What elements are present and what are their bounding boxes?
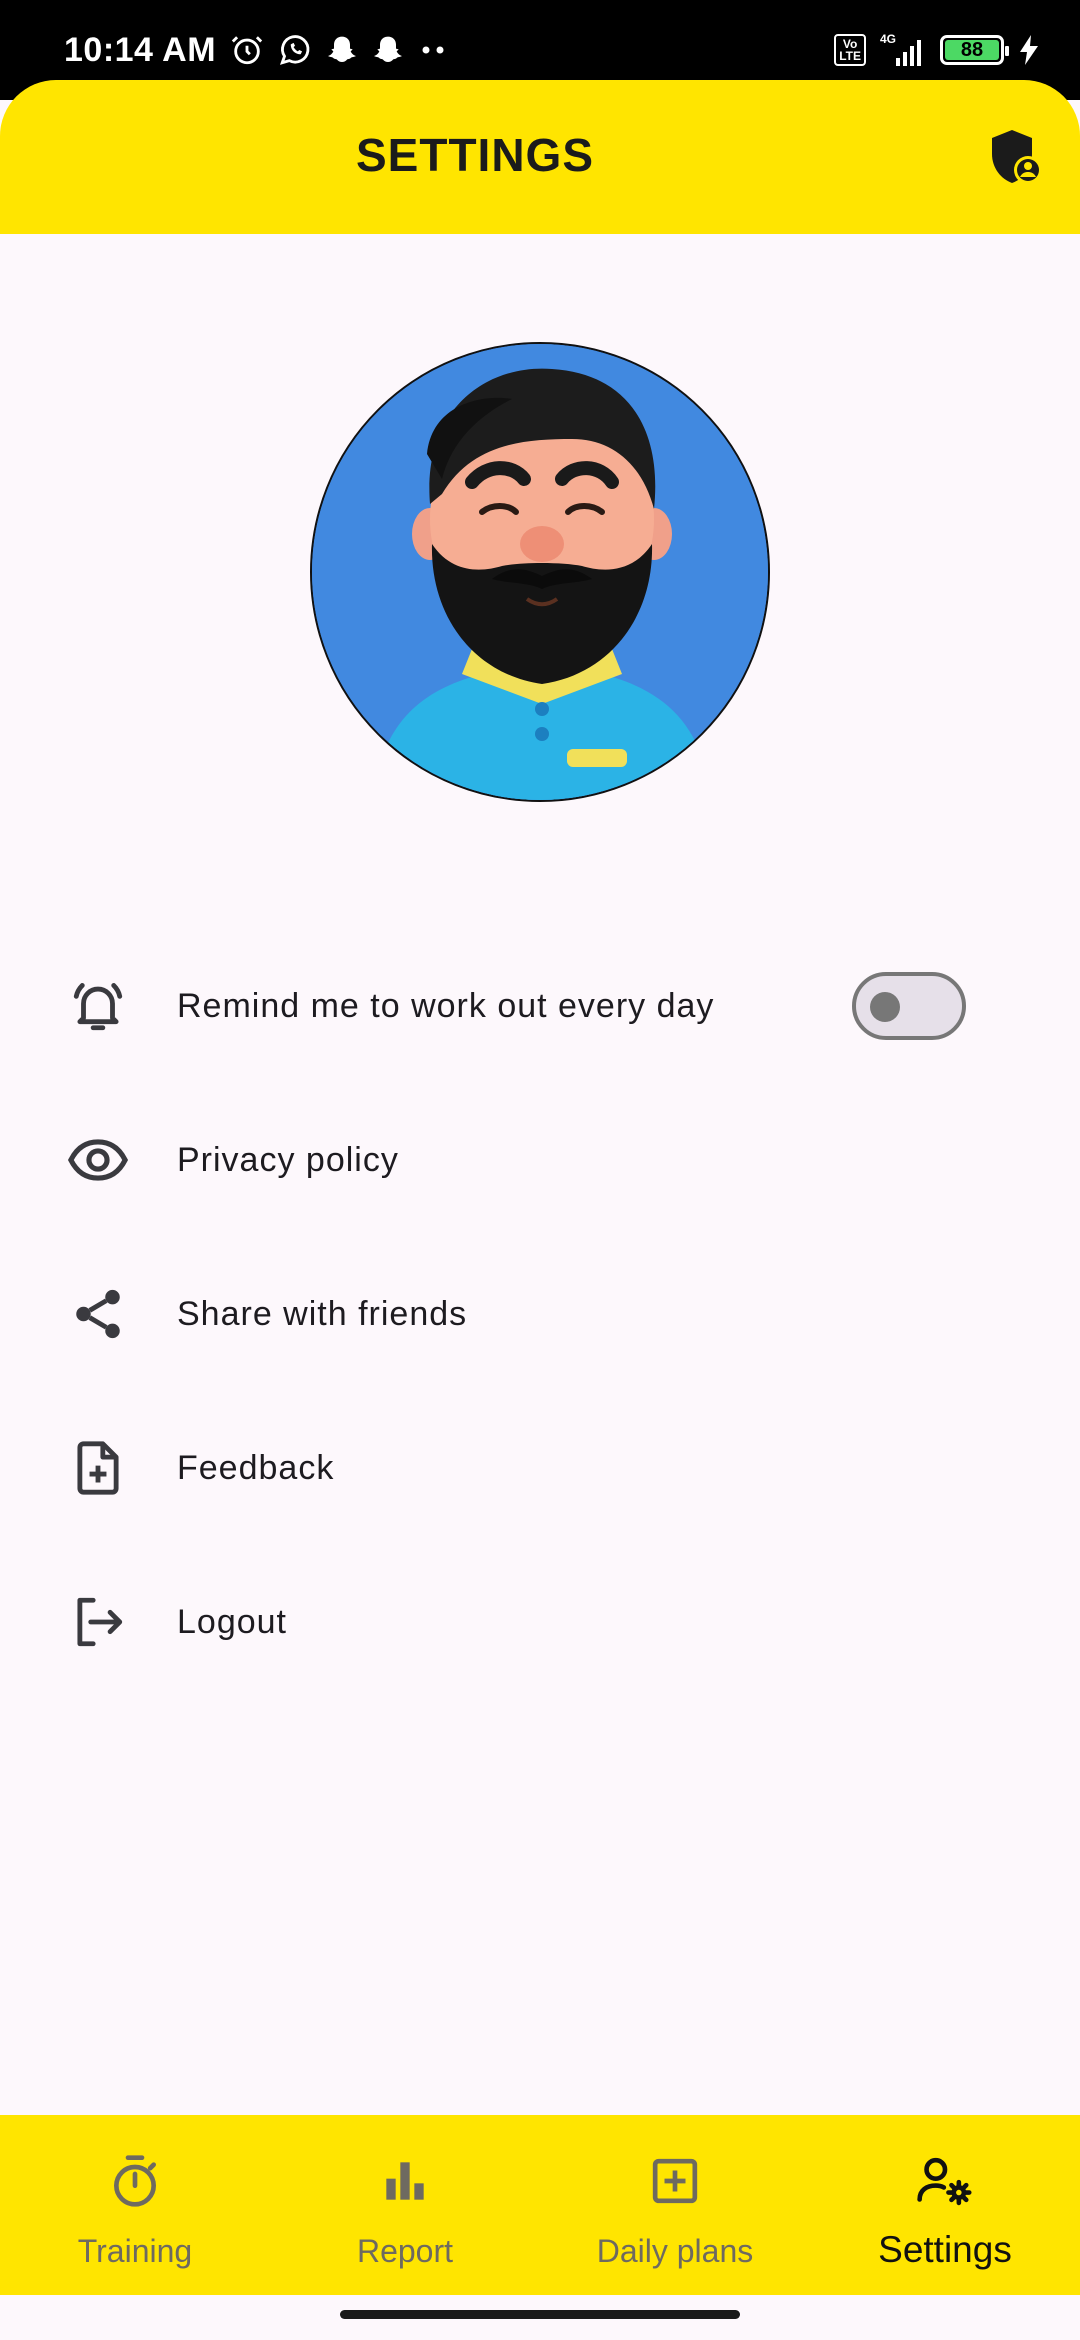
page-title: SETTINGS — [355, 129, 595, 181]
nav-item-settings[interactable]: Settings — [810, 2115, 1080, 2295]
alarm-icon — [230, 33, 264, 67]
share-icon — [66, 1282, 130, 1346]
avatar[interactable] — [310, 342, 770, 802]
menu-label-feedback: Feedback — [177, 1448, 335, 1487]
menu-label-logout: Logout — [177, 1602, 287, 1641]
file-add-icon — [66, 1436, 130, 1500]
status-time: 10:14 AM — [64, 30, 217, 69]
eye-icon — [66, 1128, 130, 1192]
snapchat-icon — [326, 34, 358, 66]
charging-icon — [1018, 35, 1040, 65]
shield-user-icon[interactable] — [988, 128, 1042, 186]
menu-label-privacy-policy: Privacy policy — [177, 1140, 399, 1179]
stopwatch-icon — [103, 2149, 167, 2213]
snapchat-icon — [372, 34, 404, 66]
menu-item-share[interactable]: Share with friends — [0, 1254, 1080, 1374]
bottom-navigation: Training Report Daily plans Settings — [0, 2115, 1080, 2295]
nav-item-report[interactable]: Report — [270, 2115, 540, 2295]
alarm-bell-icon — [66, 974, 130, 1038]
reminder-toggle[interactable] — [852, 972, 966, 1040]
add-box-icon — [643, 2149, 707, 2213]
logout-icon — [66, 1590, 130, 1654]
network-label: 4G — [880, 32, 896, 46]
app-bar: SETTINGS — [0, 80, 1080, 234]
menu-item-logout[interactable]: Logout — [0, 1562, 1080, 1682]
home-indicator[interactable] — [340, 2310, 740, 2319]
volte-badge: Vo LTE — [834, 34, 866, 66]
avatar-illustration — [312, 344, 768, 800]
battery-level: 88 — [945, 39, 999, 61]
nav-label-daily-plans: Daily plans — [596, 2233, 754, 2269]
nav-item-daily-plans[interactable]: Daily plans — [540, 2115, 810, 2295]
battery-icon: 88 — [940, 35, 1009, 65]
menu-label-reminder: Remind me to work out every day — [177, 986, 715, 1025]
whatsapp-icon — [278, 33, 312, 67]
menu-label-share: Share with friends — [177, 1294, 468, 1333]
bar-chart-icon — [373, 2149, 437, 2213]
nav-label-report: Report — [356, 2233, 454, 2269]
user-settings-icon — [913, 2149, 977, 2213]
menu-item-reminder[interactable]: Remind me to work out every day — [0, 946, 1080, 1066]
nav-item-training[interactable]: Training — [0, 2115, 270, 2295]
signal-icon: 4G — [880, 32, 926, 68]
status-left: 10:14 AM — [64, 31, 448, 70]
menu-item-feedback[interactable]: Feedback — [0, 1408, 1080, 1528]
toggle-knob — [870, 992, 900, 1022]
nav-label-training: Training — [77, 2233, 193, 2269]
more-dots-icon — [418, 45, 448, 55]
nav-label-settings: Settings — [878, 2229, 1012, 2270]
menu-item-privacy-policy[interactable]: Privacy policy — [0, 1100, 1080, 1220]
status-right: Vo LTE 4G 88 — [834, 32, 1040, 68]
